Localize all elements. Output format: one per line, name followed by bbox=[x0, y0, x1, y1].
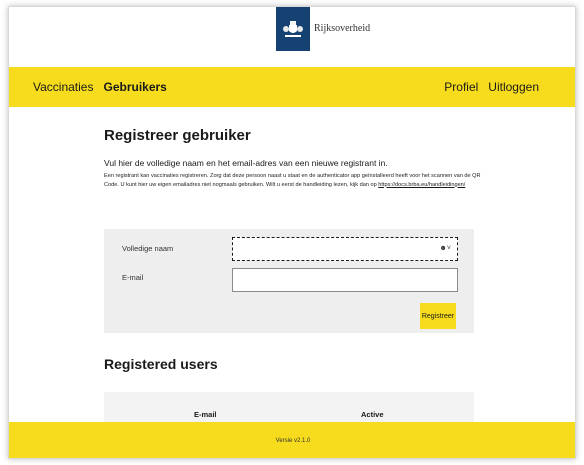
name-input[interactable]: ☻˅ bbox=[232, 237, 458, 261]
column-active: Active bbox=[361, 410, 384, 419]
app-window: Rijksoverheid Vaccinaties Gebruikers Pro… bbox=[8, 6, 576, 459]
email-input[interactable] bbox=[232, 268, 458, 292]
brand-header: Rijksoverheid bbox=[9, 7, 575, 67]
page-title: Registreer gebruiker bbox=[104, 127, 251, 144]
nav-vaccinaties[interactable]: Vaccinaties bbox=[33, 80, 93, 94]
email-label: E-mail bbox=[122, 273, 144, 282]
users-table-header: E-mail Active bbox=[104, 392, 474, 422]
nav-gebruikers[interactable]: Gebruikers bbox=[103, 80, 166, 94]
nav-uitloggen[interactable]: Uitloggen bbox=[488, 80, 539, 94]
logo bbox=[276, 7, 310, 51]
nav-right: Profiel Uitloggen bbox=[434, 67, 539, 107]
lead-text: Vul hier de volledige naam en het email-… bbox=[104, 158, 388, 168]
register-form: Volledige naam ☻˅ E-mail Registreer bbox=[104, 229, 474, 333]
register-button[interactable]: Registreer bbox=[420, 303, 456, 329]
main-content: Registreer gebruiker Vul hier de volledi… bbox=[104, 127, 484, 422]
footer: Versie v2.1.0 bbox=[9, 422, 575, 458]
logo-text: Rijksoverheid bbox=[314, 23, 371, 34]
top-navigation: Vaccinaties Gebruikers Profiel Uitloggen bbox=[9, 67, 575, 107]
person-dropdown-icon[interactable]: ☻˅ bbox=[440, 245, 451, 252]
manual-link[interactable]: https://docs.brba.eu/handleidingen/ bbox=[378, 182, 465, 188]
column-email: E-mail bbox=[194, 410, 217, 419]
version-text: Versie v2.1.0 bbox=[275, 438, 311, 444]
name-label: Volledige naam bbox=[122, 244, 174, 253]
coat-of-arms-icon bbox=[283, 21, 303, 37]
nav-profiel[interactable]: Profiel bbox=[444, 80, 478, 94]
description: Een registrant kan vaccinaties registrer… bbox=[104, 172, 484, 189]
registered-users-title: Registered users bbox=[104, 356, 218, 372]
